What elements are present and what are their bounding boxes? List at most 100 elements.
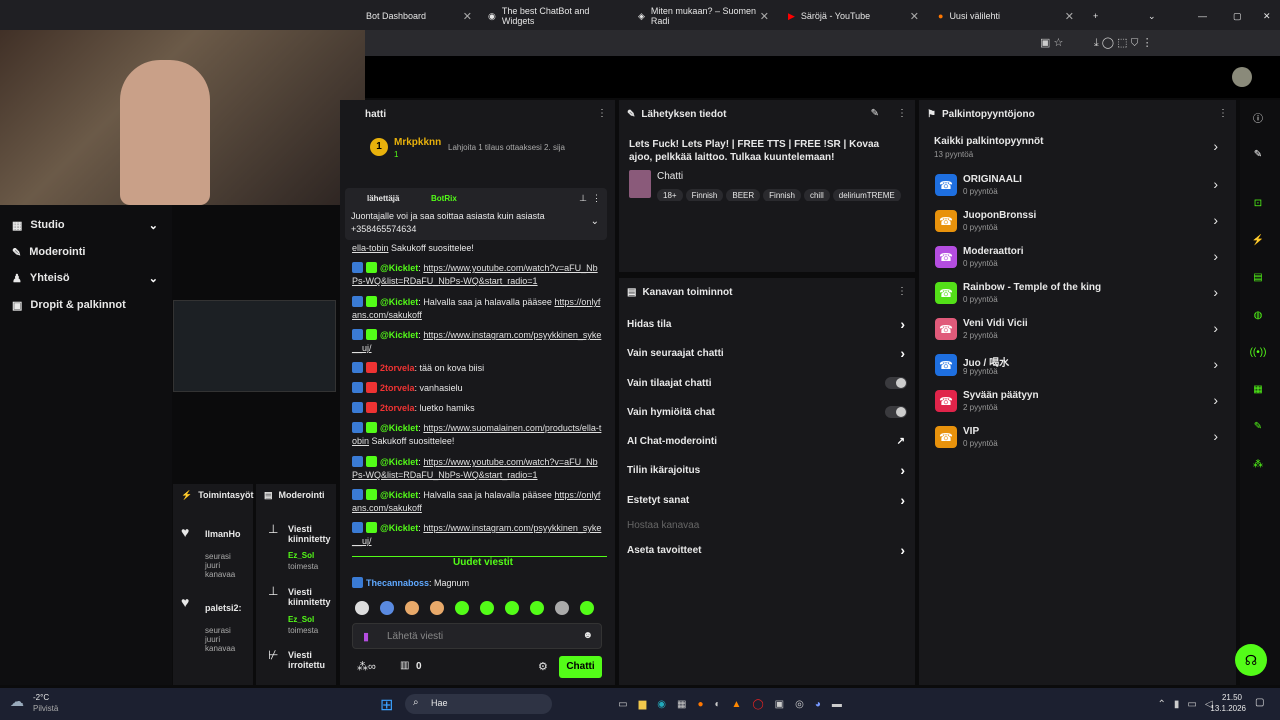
chat-message[interactable]: 2torvela: tää on kova biisi <box>352 362 602 375</box>
chat-user[interactable]: @Kicklet <box>380 423 418 433</box>
new-tab-button[interactable]: + <box>1085 4 1106 28</box>
new-messages-label[interactable]: Uudet viestit <box>449 557 518 568</box>
close-icon[interactable]: ✕ <box>910 10 919 23</box>
chat-message[interactable]: ella-tobin Sakukoff suosittelee! <box>352 242 602 255</box>
channel-action-row[interactable]: Tilin ikärajoitus › <box>627 459 915 481</box>
chat-user[interactable]: @Kicklet <box>380 297 418 307</box>
close-icon[interactable]: ✕ <box>1065 10 1074 23</box>
chat-user[interactable]: 2torvela <box>380 363 415 373</box>
chevron-up-icon[interactable]: ⌃ <box>1157 699 1165 710</box>
chat-user[interactable]: @Kicklet <box>380 457 418 467</box>
taskbar-apps[interactable]: ▭ ▆ ◉ ▦ ● ◐ ▲ ◯ ▣ ◎ ◕ ▬ <box>560 692 900 716</box>
emoji-icon[interactable]: ☻ <box>582 630 593 641</box>
pin-icon[interactable]: ⊥ <box>579 193 587 204</box>
chevron-down-icon[interactable]: ⌄ <box>1140 4 1164 28</box>
channel-action-row[interactable]: Vain hymiöitä chat <box>627 401 915 423</box>
monitor-icon[interactable]: ▬ <box>832 699 842 710</box>
channel-action-row[interactable]: Vain seuraajat chatti › <box>627 342 915 364</box>
chat-message[interactable]: @Kicklet: Halvalla saa ja halavalla pääs… <box>352 489 602 515</box>
mod-user[interactable]: Ez_Sol <box>288 615 314 624</box>
tab-moderointi[interactable]: Moderointi <box>279 490 325 500</box>
firefox-icon[interactable]: ● <box>697 699 703 710</box>
chat-input[interactable]: ▮ Lähetä viesti ☻ <box>352 623 602 649</box>
apps-icon[interactable]: ⁂ <box>1245 451 1271 477</box>
mic-icon[interactable]: ▮ <box>363 630 369 643</box>
all-rewards-label[interactable]: Kaikki palkintopyynnöt <box>934 136 1043 147</box>
chat-message[interactable]: @Kicklet: https://www.youtube.com/watch?… <box>352 456 602 482</box>
chevron-right-icon[interactable]: › <box>1213 138 1218 154</box>
chat-user[interactable]: 2torvela <box>380 383 415 393</box>
tab-new[interactable]: ● Uusi välilehti ✕ <box>930 4 1080 28</box>
reward-item[interactable]: ☎ VIP 0 pyyntöä › <box>935 424 1236 458</box>
tab-chatbot[interactable]: ◉ The best ChatBot and Widgets <box>480 4 625 28</box>
toggle-switch[interactable] <box>885 406 907 418</box>
chat-message[interactable]: Thecannaboss: Magnum <box>352 577 602 590</box>
gift-text[interactable]: Lahjoita 1 tilaus ottaaksesi 2. sija <box>448 143 565 152</box>
sidebar-item-yhteiso[interactable]: ♟ Yhteisö ⌄ <box>0 266 172 290</box>
maximize-icon[interactable]: ▢ <box>1225 4 1250 28</box>
top-user[interactable]: Mrkpkknn <box>394 137 441 148</box>
reward-item[interactable]: ☎ Rainbow - Temple of the king 0 pyyntöä › <box>935 280 1236 314</box>
chat-message[interactable]: @Kicklet: https://www.suomalainen.com/pr… <box>352 422 602 448</box>
chevron-down-icon[interactable]: ⌄ <box>591 216 599 227</box>
close-window-icon[interactable]: ✕ <box>1255 4 1279 28</box>
stream-tag[interactable]: BEER <box>726 189 761 201</box>
chat-user[interactable]: @Kicklet <box>380 263 418 273</box>
steam-icon[interactable]: ◐ <box>715 699 721 710</box>
notification-icon[interactable]: ▢ <box>1255 697 1264 708</box>
windows-start-icon[interactable]: ⊞ <box>380 695 393 715</box>
chat-message[interactable]: @Kicklet: Halvalla saa ja halavalla pääs… <box>352 296 602 322</box>
category-name[interactable]: Chatti <box>657 171 683 182</box>
channel-action-row[interactable]: Aseta tavoitteet › <box>627 539 915 561</box>
wrench-icon[interactable]: ✎ <box>1245 413 1271 439</box>
stream-tag[interactable]: Finnish <box>763 189 801 201</box>
taskbar-search[interactable]: ⌕ Hae <box>405 694 552 714</box>
more-icon[interactable]: ⋮ <box>897 286 907 297</box>
obs-icon[interactable]: ◎ <box>795 699 804 710</box>
channel-action-row[interactable]: Estetyt sanat › <box>627 489 915 511</box>
reward-item[interactable]: ☎ JuoponBronssi 0 pyyntöä › <box>935 208 1236 242</box>
reward-item[interactable]: ☎ Syvään päätyyn 2 pyyntöä › <box>935 388 1236 422</box>
toggle-switch[interactable] <box>885 377 907 389</box>
info-icon[interactable]: ⓘ <box>1245 104 1271 130</box>
chat-user[interactable]: Thecannaboss <box>366 578 429 588</box>
weather-temp[interactable]: -2°C <box>33 693 49 702</box>
broadcast-icon[interactable]: ((•)) <box>1245 339 1271 365</box>
feed-user[interactable]: paletsi2: <box>205 603 242 613</box>
channel-action-row[interactable]: Hostaa kanavaa <box>627 514 915 536</box>
terminal-icon[interactable]: ▣ <box>775 699 784 710</box>
channel-action-row[interactable]: Hidas tila › <box>627 313 915 335</box>
chat-message[interactable]: 2torvela: luetko hamiks <box>352 402 602 415</box>
sidebar-item-moderointi[interactable]: ✎ Moderointi <box>0 240 172 264</box>
tab-youtube[interactable]: ▶ Säröjä - YouTube ✕ <box>780 4 925 28</box>
emote-icon[interactable]: ⁂∞ <box>357 660 376 673</box>
send-button[interactable]: Chatti <box>559 656 602 678</box>
chat-user[interactable]: @Kicklet <box>380 490 418 500</box>
reward-item[interactable]: ☎ Juo / 喝水 9 pyyntöä › <box>935 352 1236 386</box>
clock-time[interactable]: 21.50 <box>1220 693 1242 702</box>
close-icon[interactable]: ✕ <box>760 10 769 23</box>
chat-message[interactable]: @Kicklet: https://www.instagram.com/psyy… <box>352 522 602 548</box>
gear-icon[interactable]: ⚙ <box>538 660 548 673</box>
pinned-message[interactable]: lähettäjä BotRix Juontajalle voi ja saa … <box>345 188 607 240</box>
feed-user[interactable]: IlmanHo <box>205 529 241 539</box>
chat-message[interactable]: @Kicklet: https://www.youtube.com/watch?… <box>352 262 602 288</box>
edge-icon[interactable]: ◉ <box>657 699 666 710</box>
channel-action-row[interactable]: Vain tilaajat chatti <box>627 372 915 394</box>
grid-icon[interactable]: ▦ <box>1245 376 1271 402</box>
stream-tag[interactable]: Finnish <box>685 189 724 201</box>
reward-item[interactable]: ☎ ORIGINAALI 0 pyyntöä › <box>935 172 1236 206</box>
stream-tag[interactable]: chill <box>803 189 830 201</box>
focus-icon[interactable]: ⊡ <box>1245 190 1271 216</box>
channel-action-row[interactable]: AI Chat-moderointi ↗ <box>627 430 915 452</box>
folder-icon[interactable]: ▆ <box>639 699 647 710</box>
more-icon[interactable]: ⋮ <box>1218 108 1228 119</box>
document-icon[interactable]: ▤ <box>1245 264 1271 290</box>
sidebar-item-studio[interactable]: ▦ Studio ⌄ <box>0 213 172 237</box>
more-icon[interactable]: ⋮ <box>592 193 601 204</box>
pencil-icon[interactable]: ✎ <box>1245 141 1271 167</box>
chat-bubble-icon[interactable]: ◍ <box>1245 302 1271 328</box>
chat-user[interactable]: @Kicklet <box>380 330 418 340</box>
minimize-icon[interactable]: — <box>1190 4 1215 28</box>
mod-user[interactable]: Ez_Sol <box>288 551 314 560</box>
